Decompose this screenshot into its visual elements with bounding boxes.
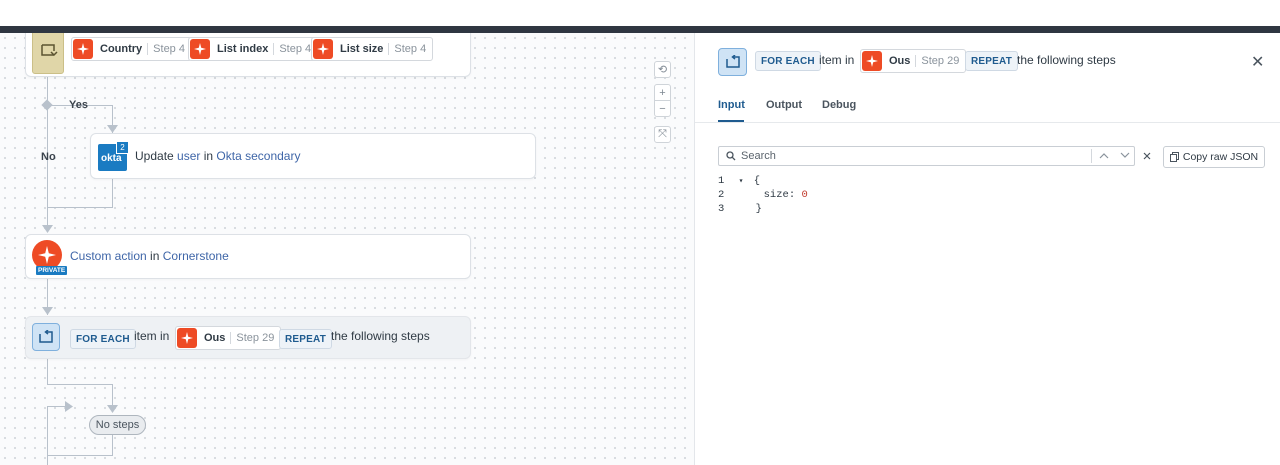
repeat-loop-icon: [718, 48, 747, 76]
datapill-step: Step 29: [230, 332, 274, 344]
following-steps-text: the following steps: [331, 329, 430, 343]
copy-raw-json-button[interactable]: Copy raw JSON: [1163, 146, 1265, 168]
reset-view-button[interactable]: ⟲: [654, 61, 671, 78]
branch-diamond-icon: [41, 99, 53, 111]
connector-line: [47, 406, 48, 456]
connector-line: [47, 357, 48, 385]
copy-icon: [1169, 152, 1179, 162]
zoom-in-button[interactable]: +: [654, 84, 671, 101]
custom-action-step-card[interactable]: PRIVATE Custom action in Cornerstone: [25, 234, 471, 279]
cornerstone-logo-icon: [73, 39, 93, 59]
close-icon[interactable]: ✕: [1251, 52, 1264, 72]
line-number: 3: [718, 203, 725, 215]
datapill-name: Country: [100, 43, 143, 55]
top-bar: [0, 26, 1280, 33]
connector-line: [47, 406, 67, 407]
tabs-divider: [695, 122, 1280, 123]
arrow-right-icon: [65, 401, 73, 412]
repeat-keyword: REPEAT: [279, 329, 333, 349]
json-line: 3 }: [718, 203, 762, 215]
datapill-name: List size: [340, 43, 384, 55]
arrow-down-icon: [42, 225, 53, 233]
tab-output[interactable]: Output: [766, 99, 802, 111]
connector-line: [47, 207, 113, 208]
search-box: [718, 146, 1151, 166]
search-separator: [1091, 149, 1092, 163]
step-app: Cornerstone: [162, 249, 229, 263]
datapill-country[interactable]: Country Step 4: [71, 37, 192, 61]
foreach-keyword: FOR EACH: [755, 51, 821, 71]
condition-step-card[interactable]: Country Step 4 List index Step 4 List si…: [25, 33, 471, 77]
repeat-keyword: REPEAT: [965, 51, 1019, 71]
zoom-out-button[interactable]: −: [654, 100, 671, 117]
datapill-name: Ous: [889, 55, 911, 67]
update-user-step-card[interactable]: okta 2 Update user in Okta secondary: [90, 133, 536, 179]
json-value: 0: [801, 189, 808, 201]
datapill-ous[interactable]: Ous Step 29: [175, 326, 282, 350]
fit-view-button[interactable]: ⤧: [654, 126, 671, 143]
step-title: Custom action in Cornerstone: [70, 249, 229, 263]
foreach-step-card[interactable]: FOR EACH item in Ous Step 29 REPEAT the …: [25, 316, 471, 359]
json-text: }: [755, 203, 762, 215]
following-steps-text: the following steps: [1017, 53, 1116, 67]
step-in: in: [150, 249, 160, 263]
cornerstone-logo-icon: [177, 328, 197, 348]
datapill-step: Step 4: [147, 43, 185, 55]
connection-count-badge: 2: [116, 141, 129, 154]
branch-no-label: No: [41, 151, 56, 163]
line-number: 1: [718, 175, 725, 187]
repeat-loop-icon: [32, 323, 60, 351]
tab-debug[interactable]: Debug: [822, 99, 856, 111]
chevron-down-icon[interactable]: [1120, 152, 1130, 159]
json-line: 1 ▾ {: [718, 175, 760, 187]
item-in-text: item in: [819, 53, 855, 67]
step-app: Okta secondary: [216, 149, 301, 163]
no-steps-placeholder[interactable]: No steps: [89, 415, 146, 435]
datapill-list-size[interactable]: List size Step 4: [311, 37, 434, 61]
step-detail-panel: FOR EACH item in Ous Step 29 REPEAT the …: [695, 33, 1280, 465]
active-tab-indicator: [718, 120, 744, 122]
connector-line: [47, 455, 48, 465]
datapill-name: List index: [217, 43, 269, 55]
step-verb: Update: [135, 149, 174, 163]
cornerstone-logo-icon: [862, 51, 882, 71]
search-input[interactable]: [741, 149, 1081, 163]
datapill-ous[interactable]: Ous Step 29: [860, 49, 967, 73]
datapill-step: Step 4: [273, 43, 311, 55]
step-object: user: [177, 149, 201, 163]
connector-line: [112, 177, 113, 207]
datapill-list-index[interactable]: List index Step 4: [188, 37, 319, 61]
condition-icon: [32, 33, 64, 74]
copy-raw-json-label: Copy raw JSON: [1182, 151, 1259, 163]
connector-line: [112, 435, 113, 455]
cornerstone-logo-icon: [313, 39, 333, 59]
step-in: in: [203, 149, 214, 163]
json-line: 2 size: 0: [718, 189, 808, 201]
foreach-keyword: FOR EACH: [70, 329, 136, 349]
datapill-step: Step 4: [388, 43, 426, 55]
arrow-down-icon: [42, 307, 53, 315]
collapse-arrow-icon[interactable]: ▾: [739, 177, 744, 186]
json-key: size:: [763, 189, 796, 201]
line-number: 2: [718, 189, 725, 201]
datapill-name: Ous: [204, 332, 226, 344]
chevron-up-icon[interactable]: [1099, 152, 1109, 159]
search-icon: [726, 151, 736, 161]
step-title: Update user in Okta secondary: [135, 149, 300, 163]
okta-logo-text: okta: [101, 153, 122, 164]
connector-line: [47, 384, 112, 385]
private-badge: PRIVATE: [36, 266, 68, 275]
json-text: {: [753, 175, 761, 187]
arrow-down-icon: [107, 405, 118, 413]
datapill-step: Step 29: [915, 55, 959, 67]
clear-search-icon[interactable]: [1143, 152, 1151, 160]
step-verb: Custom action: [70, 249, 147, 263]
connector-line: [47, 455, 113, 456]
recipe-canvas[interactable]: Country Step 4 List index Step 4 List si…: [0, 33, 694, 465]
branch-yes-label: Yes: [69, 99, 88, 111]
item-in-text: item in: [134, 329, 170, 343]
cornerstone-logo-icon: [190, 39, 210, 59]
tab-input[interactable]: Input: [718, 99, 745, 111]
